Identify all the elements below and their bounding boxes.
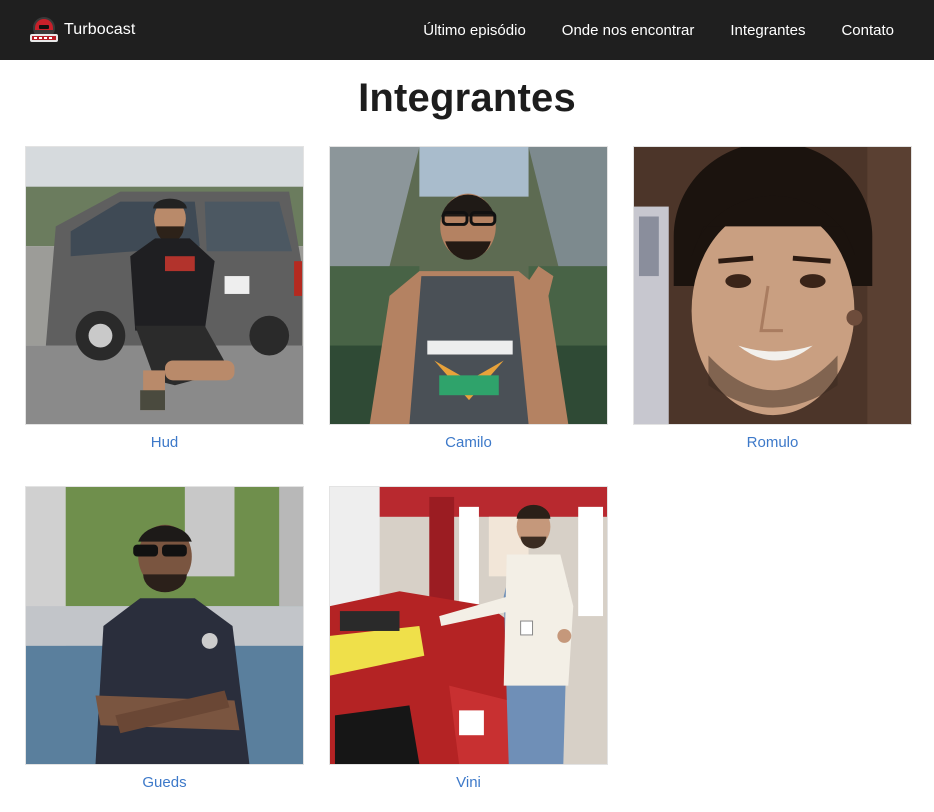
brand-name: Turbocast <box>64 21 136 38</box>
member-card-camilo[interactable]: Camilo <box>329 146 608 451</box>
page-title: Integrantes <box>358 76 576 120</box>
nav-integrantes[interactable]: Integrantes <box>730 22 805 39</box>
member-card-gueds[interactable]: Gueds <box>25 486 304 791</box>
nav-ultimo-episodio[interactable]: Último episódio <box>423 22 526 39</box>
member-card-vini[interactable]: Vini <box>329 486 608 791</box>
brand-link[interactable]: Turbocast <box>26 12 135 48</box>
turbocast-logo-icon <box>26 12 62 48</box>
member-photo-romulo[interactable] <box>633 146 912 425</box>
nav-contato[interactable]: Contato <box>841 22 894 39</box>
nav-onde-nos-encontrar[interactable]: Onde nos encontrar <box>562 22 695 39</box>
main-nav: Último episódio Onde nos encontrar Integ… <box>387 0 894 60</box>
member-photo-camilo[interactable] <box>329 146 608 425</box>
navbar: Turbocast Último episódio Onde nos encon… <box>0 0 934 60</box>
member-name[interactable]: Hud <box>25 434 304 451</box>
member-name[interactable]: Vini <box>329 774 608 791</box>
member-card-hud[interactable]: Hud <box>25 146 304 451</box>
member-name[interactable]: Gueds <box>25 774 304 791</box>
member-photo-gueds[interactable] <box>25 486 304 765</box>
member-name[interactable]: Romulo <box>633 434 912 451</box>
member-photo-vini[interactable] <box>329 486 608 765</box>
member-card-romulo[interactable]: Romulo <box>633 146 912 451</box>
member-photo-hud[interactable] <box>25 146 304 425</box>
member-name[interactable]: Camilo <box>329 434 608 451</box>
